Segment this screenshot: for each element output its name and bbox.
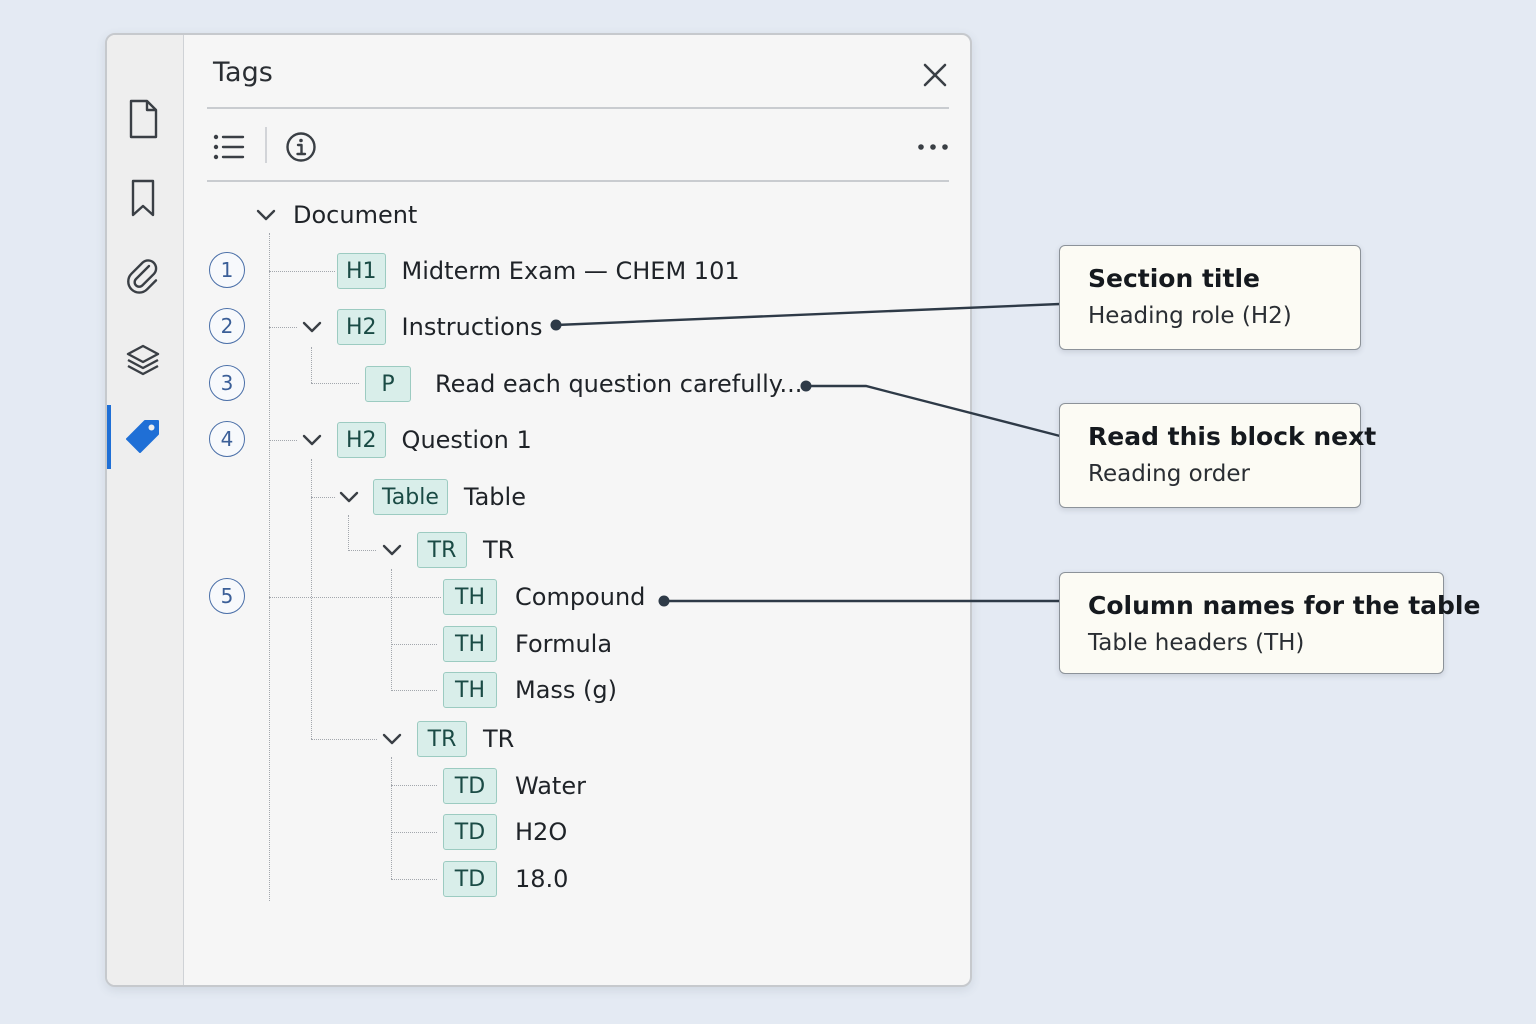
callout-subtext: Reading order [1088,461,1250,487]
connector-line [555,302,1061,327]
connector-line [806,384,1061,438]
callout-section-title: Section title Heading role (H2) [1059,245,1361,350]
callout-heading: Read this block next [1088,422,1377,451]
callout-heading: Section title [1088,264,1260,293]
connector-dot [800,380,812,392]
callout-heading: Column names for the table [1088,591,1481,620]
connector-dot [658,595,670,607]
callout-subtext: Table headers (TH) [1088,630,1305,656]
connector-dot [550,319,562,331]
callout-reading-order: Read this block next Reading order [1059,403,1377,508]
callout-table-headers: Column names for the table Table headers… [1059,572,1481,674]
callout-subtext: Heading role (H2) [1088,303,1292,329]
callout-connectors [550,302,1061,607]
